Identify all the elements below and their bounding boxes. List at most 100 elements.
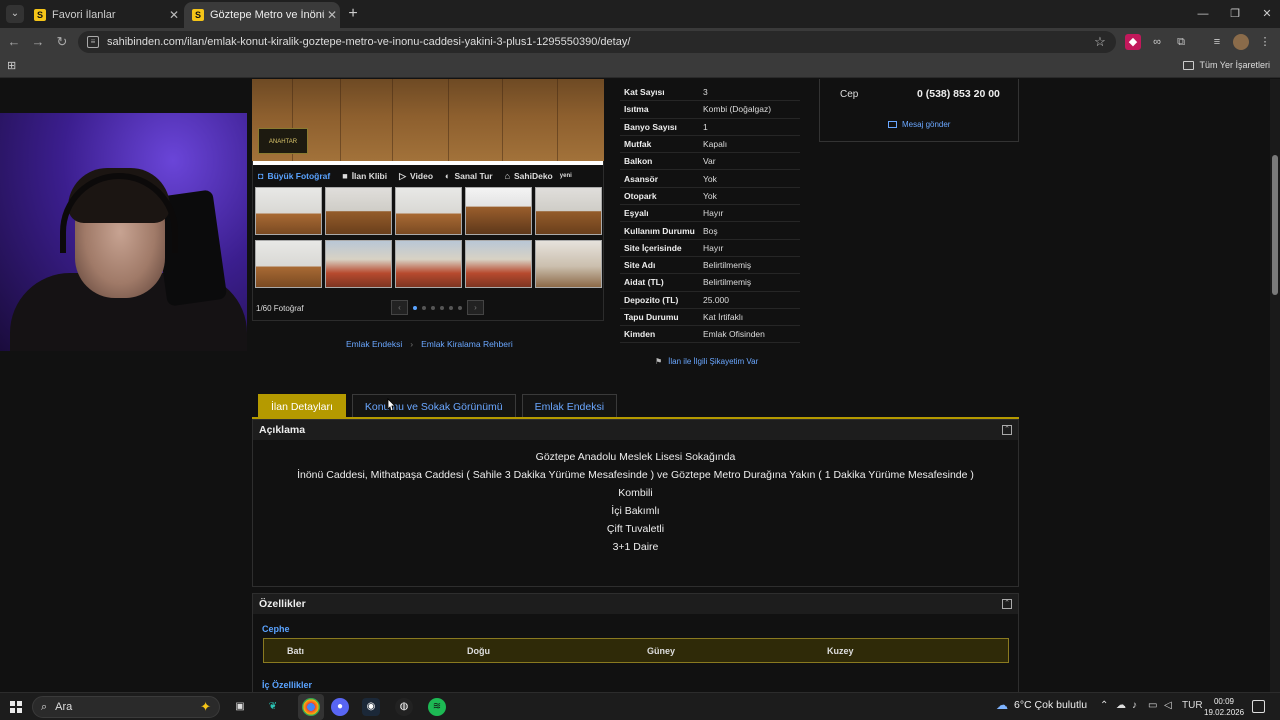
camera-icon: ◘ (258, 171, 264, 181)
send-message-link[interactable]: Mesaj gönder (888, 120, 950, 129)
pager-dot[interactable] (422, 305, 426, 310)
app-icon[interactable]: ❦ (264, 698, 282, 716)
incognito-icon[interactable]: ∞ (1149, 34, 1165, 50)
microphone-icon[interactable]: ♪ (1132, 700, 1137, 711)
facade-value: Kuzey (827, 645, 854, 656)
attribute-row: Kat Sayısı 3 (620, 84, 800, 102)
minimize-icon[interactable]: — (1188, 4, 1218, 24)
phone-number[interactable]: 0 (538) 853 20 00 (917, 88, 1000, 100)
pager-dot[interactable] (413, 305, 417, 310)
close-tab-icon[interactable]: ✕ (324, 8, 340, 22)
back-icon[interactable]: ← (4, 32, 24, 52)
listing-attributes: Kat Sayısı 3 Isıtma Kombi (Doğalgaz) Banyo… (620, 84, 800, 344)
attribute-key: Otopark (624, 190, 657, 201)
vr-icon: ◐ (445, 171, 451, 181)
clock[interactable]: 00:09 19.02.2026 (1204, 696, 1244, 718)
cloud-sync-icon[interactable]: ☁ (1116, 700, 1126, 711)
browser-menu-icon[interactable]: ⋮ (1257, 34, 1273, 50)
attribute-key: Mutfak (624, 139, 652, 150)
restore-icon[interactable]: ❐ (1220, 4, 1250, 24)
close-window-icon[interactable]: ✕ (1252, 4, 1280, 24)
address-bar[interactable]: ≡ sahibinden.com/ilan/emlak-konut-kirali… (78, 31, 1116, 53)
description-text: Göztepe Anadolu Meslek Lisesi Sokağında … (253, 440, 1018, 556)
tab-location-street-view[interactable]: Konumu ve Sokak Görünümü (351, 394, 516, 418)
bookmark-star-icon[interactable]: ☆ (1090, 34, 1110, 50)
thumbnail[interactable] (325, 187, 392, 235)
weather-widget[interactable]: ☁ 6°C Çok bulutlu (996, 698, 1087, 712)
reload-icon[interactable]: ↻ (52, 32, 72, 52)
thumbnail[interactable] (465, 240, 532, 288)
attribute-key: Kat Sayısı (624, 87, 665, 98)
steam-icon[interactable]: ◉ (362, 698, 380, 716)
facade-group-label: Cephe (262, 624, 290, 634)
clock-date: 19.02.2026 (1204, 708, 1245, 717)
close-tab-icon[interactable]: ✕ (166, 8, 182, 22)
browser-tab-strip: ⌄ S Favori İlanlar ✕ S Göztepe Metro ve … (0, 0, 1280, 28)
thumbnail[interactable] (255, 240, 322, 288)
chat-app-icon[interactable]: ● (331, 698, 349, 716)
tab-real-estate-index[interactable]: Emlak Endeksi (521, 394, 618, 418)
tab-goztepe-listing[interactable]: S Göztepe Metro ve İnönü Cadde ✕ (184, 2, 340, 28)
attribute-row: Aidat (TL) Belirtilmemiş (620, 274, 800, 292)
forward-icon[interactable]: → (28, 32, 48, 52)
thumbnail[interactable] (465, 187, 532, 235)
task-view-icon[interactable]: ▣ (231, 698, 249, 716)
facade-values: Batı Doğu Güney Kuzey (263, 638, 1009, 663)
pager-dot[interactable] (449, 305, 453, 310)
all-bookmarks-button[interactable]: Tüm Yer İşaretleri (1183, 60, 1270, 70)
kiralama-rehberi-link[interactable]: Emlak Kiralama Rehberi (421, 339, 513, 349)
collapse-icon[interactable]: ⌃ (1002, 425, 1012, 435)
media-control-icon[interactable]: ≡ (1209, 34, 1225, 50)
sahideko-tab[interactable]: ⌂ SahiDeko yeni (499, 171, 578, 181)
chrome-icon[interactable] (302, 698, 320, 716)
attribute-key: Eşyalı (624, 208, 649, 219)
spotify-icon[interactable]: ≋ (428, 698, 446, 716)
apps-grid-icon[interactable]: ⊞ (7, 60, 20, 73)
profile-avatar[interactable] (1233, 34, 1249, 50)
attribute-value: Hayır (703, 208, 724, 219)
pager-dot[interactable] (458, 305, 462, 310)
obs-icon[interactable]: ◍ (395, 698, 413, 716)
pager-dot[interactable] (440, 305, 444, 310)
thumbnail[interactable] (325, 240, 392, 288)
tab-favori-ilanlar[interactable]: S Favori İlanlar ✕ (26, 2, 182, 28)
big-photo-tab[interactable]: ◘ Büyük Fotoğraf (252, 171, 336, 181)
thumbnail[interactable] (395, 240, 462, 288)
sparkle-icon: ✦ (200, 699, 211, 714)
media-tabs: ◘ Büyük Fotoğraf ■ İlan Klibi ▷ Video ◐ … (252, 165, 604, 187)
tab-listing-details[interactable]: İlan Detayları (258, 394, 346, 418)
thumbnail-pager: ‹ › (391, 300, 484, 315)
pager-prev-icon[interactable]: ‹ (391, 300, 408, 315)
site-info-icon[interactable]: ≡ (87, 36, 99, 48)
pager-next-icon[interactable]: › (467, 300, 484, 315)
network-icon[interactable]: ▭ (1148, 700, 1157, 711)
listing-clip-tab[interactable]: ■ İlan Klibi (336, 171, 393, 181)
description-line: Kombili (618, 487, 653, 499)
report-listing-link[interactable]: ⚑ İlan ile İlgili Şikayetim Var (655, 357, 758, 366)
language-indicator[interactable]: TUR (1182, 700, 1203, 711)
collapse-icon[interactable]: ⌃ (1002, 599, 1012, 609)
pager-dot[interactable] (431, 305, 435, 310)
new-tab-button[interactable]: + (344, 5, 362, 23)
thumbnail[interactable] (535, 240, 602, 288)
thumbnail[interactable] (395, 187, 462, 235)
scrollbar-thumb[interactable] (1272, 155, 1278, 295)
attribute-value: Hayır (703, 242, 724, 253)
taskbar-search-placeholder: Ara (55, 701, 73, 713)
extension-icon[interactable]: ◆ (1125, 34, 1141, 50)
notification-icon[interactable] (1252, 700, 1265, 713)
thumbnail[interactable] (535, 187, 602, 235)
tab-search-dropdown[interactable]: ⌄ (6, 5, 24, 23)
url-text[interactable]: sahibinden.com/ilan/emlak-konut-kiralik-… (107, 36, 1090, 48)
video-tab[interactable]: ▷ Video (393, 171, 439, 182)
virtual-tour-tab[interactable]: ◐ Sanal Tur (439, 171, 499, 181)
link-separator: › (410, 339, 414, 349)
flag-icon: ⚑ (655, 357, 663, 366)
windows-start-icon[interactable] (10, 701, 22, 713)
taskbar-search[interactable]: ⌕ Ara ✦ (32, 696, 220, 718)
chevron-up-icon[interactable]: ⌃ (1100, 700, 1108, 711)
emlak-endeksi-link[interactable]: Emlak Endeksi (346, 339, 402, 349)
thumbnail[interactable] (255, 187, 322, 235)
volume-icon[interactable]: ◁ (1164, 700, 1172, 711)
extensions-puzzle-icon[interactable]: ⧉ (1173, 34, 1189, 50)
